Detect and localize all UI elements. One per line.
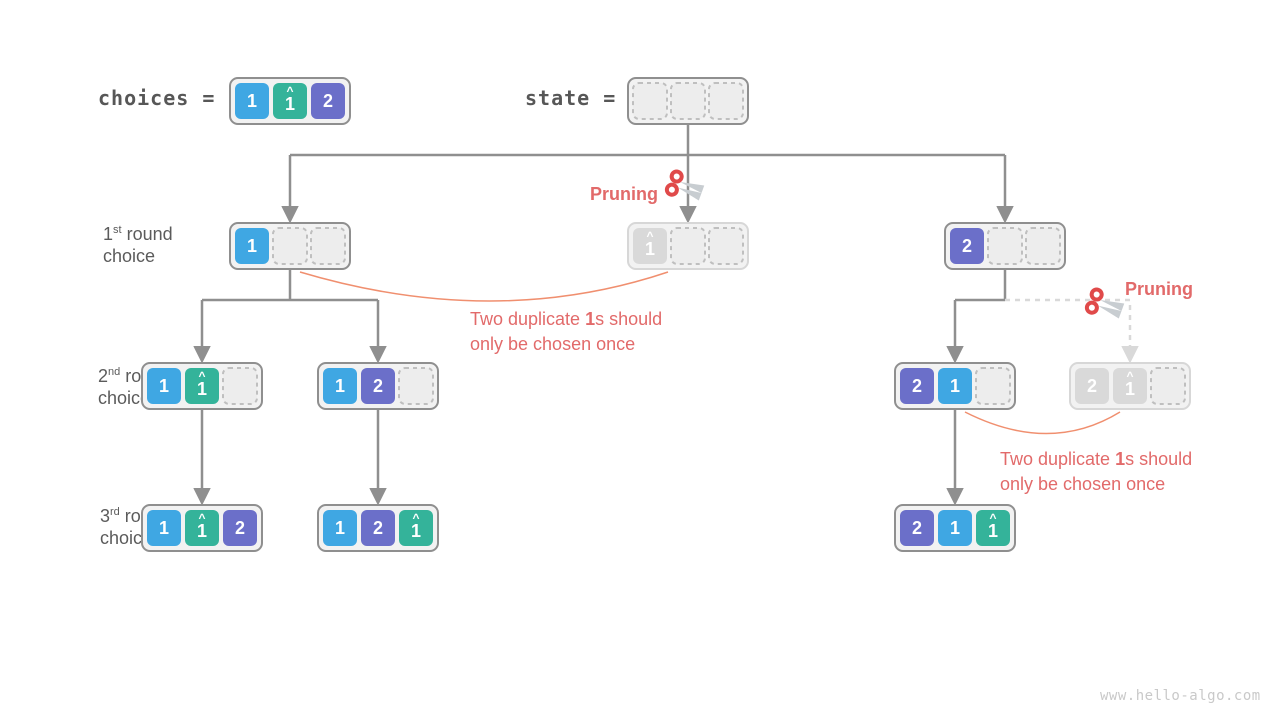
svg-text:1: 1 [247, 236, 257, 256]
scissors-icon [665, 170, 705, 204]
pruning-label-1: Pruning [590, 184, 658, 204]
svg-text:1: 1 [159, 518, 169, 538]
svg-text:1: 1 [1125, 379, 1135, 399]
node-r3-c: 2 1 ^ 1 [895, 505, 1015, 551]
choices-box: 1 ^ 1 2 [230, 78, 350, 124]
svg-text:2: 2 [912, 376, 922, 396]
state-label: state = [525, 86, 616, 110]
svg-text:2: 2 [373, 518, 383, 538]
svg-text:1: 1 [645, 239, 655, 259]
svg-text:2: 2 [1087, 376, 1097, 396]
chip-1: 1 [247, 91, 257, 111]
node-r1-b-pruned: ^ 1 [628, 223, 748, 269]
svg-text:1: 1 [411, 521, 421, 541]
node-r2-a: 1 ^ 1 [142, 363, 262, 409]
svg-text:1: 1 [159, 376, 169, 396]
node-r3-a: 1 ^ 1 2 [142, 505, 262, 551]
svg-text:2: 2 [235, 518, 245, 538]
node-r1-c: 2 [945, 223, 1065, 269]
svg-text:2: 2 [912, 518, 922, 538]
diagram-canvas: choices = 1 ^ 1 2 state = 1st r [0, 0, 1280, 720]
dup-note-2: Two duplicate 1s should [1000, 449, 1192, 469]
watermark: www.hello-algo.com [1100, 688, 1261, 704]
node-r3-b: 1 2 ^ 1 [318, 505, 438, 551]
node-r2-d-pruned: 2 ^ 1 [1070, 363, 1190, 409]
choices-label: choices = [98, 86, 215, 110]
svg-text:1: 1 [335, 376, 345, 396]
svg-text:2: 2 [962, 236, 972, 256]
svg-text:2: 2 [373, 376, 383, 396]
chip-2: 2 [323, 91, 333, 111]
dup-note-1b: only be chosen once [470, 334, 635, 354]
round1-label: 1st round [103, 224, 173, 244]
svg-text:1: 1 [335, 518, 345, 538]
svg-text:1: 1 [988, 521, 998, 541]
svg-text:1: 1 [197, 379, 207, 399]
dup-note-2b: only be chosen once [1000, 474, 1165, 494]
pruning-label-2: Pruning [1125, 279, 1193, 299]
node-r2-b: 1 2 [318, 363, 438, 409]
scissors-icon [1085, 288, 1125, 322]
svg-text:1: 1 [197, 521, 207, 541]
chip-1hat: 1 [285, 94, 295, 114]
node-r2-c: 2 1 [895, 363, 1015, 409]
duplicate-link-1 [300, 272, 668, 301]
svg-text:1: 1 [950, 376, 960, 396]
state-box [628, 78, 748, 124]
round1-label-choice: choice [103, 246, 155, 266]
svg-text:1: 1 [950, 518, 960, 538]
dup-note-1: Two duplicate 1s should [470, 309, 662, 329]
node-r1-a: 1 [230, 223, 350, 269]
duplicate-link-2 [965, 412, 1120, 434]
